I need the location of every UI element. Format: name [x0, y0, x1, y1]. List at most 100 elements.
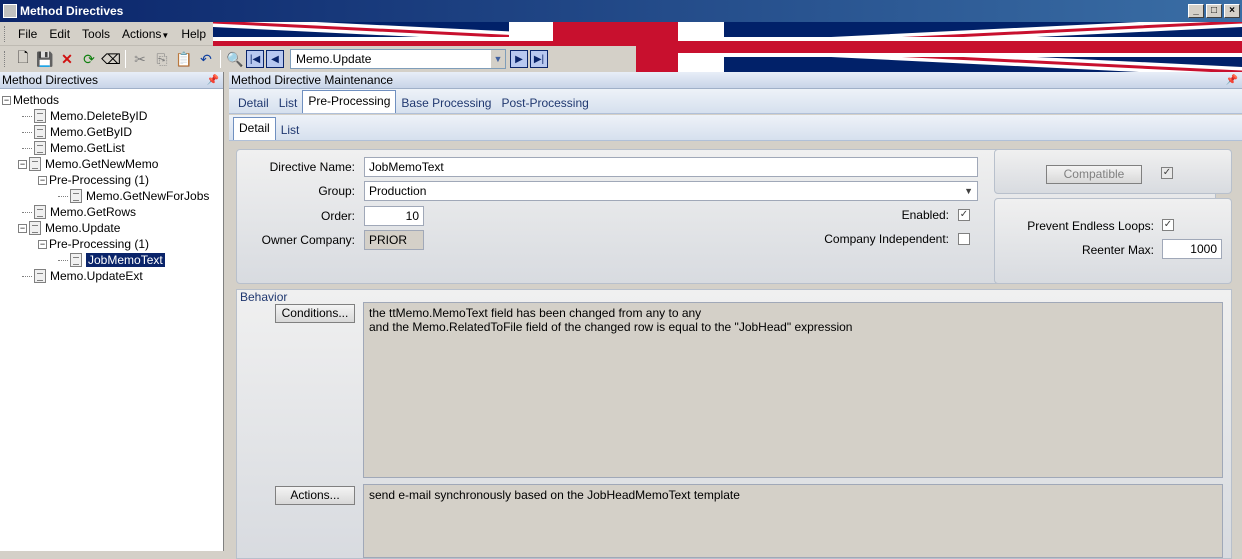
undo-icon[interactable]: ↶: [195, 48, 217, 70]
collapse-icon[interactable]: −: [18, 223, 27, 233]
window-title: Method Directives: [20, 4, 124, 18]
tree-node[interactable]: Memo.GetList: [0, 140, 223, 156]
eraser-icon[interactable]: ⌫: [100, 48, 122, 70]
tab-list[interactable]: List: [274, 93, 303, 113]
loop-settings-panel: Prevent Endless Loops: ✓ Reenter Max: 10…: [994, 198, 1232, 284]
last-record-icon[interactable]: ▶|: [530, 50, 548, 68]
document-icon: [70, 253, 82, 267]
group-select[interactable]: Production ▼: [364, 181, 978, 201]
previous-record-icon[interactable]: ◀: [266, 50, 284, 68]
tree-node[interactable]: Memo.GetRows: [0, 204, 223, 220]
document-icon: [34, 109, 46, 123]
tab-base-processing[interactable]: Base Processing: [396, 93, 496, 113]
group-label: Group:: [318, 184, 355, 198]
actions-button[interactable]: Actions...: [275, 486, 355, 505]
chevron-down-icon[interactable]: ▼: [491, 50, 505, 68]
tree-node[interactable]: Memo.UpdateExt: [0, 268, 223, 284]
collapse-icon[interactable]: −: [38, 239, 47, 249]
toolbar-grip: [4, 51, 7, 67]
menu-edit[interactable]: Edit: [43, 27, 76, 41]
tree-node[interactable]: Memo.GetByID: [0, 124, 223, 140]
toolbar-separator: [220, 50, 221, 68]
actions-memo[interactable]: send e-mail synchronously based on the J…: [363, 484, 1223, 558]
document-icon: [34, 141, 46, 155]
tree-node[interactable]: − Memo.Update: [0, 220, 223, 236]
tree-node[interactable]: − Memo.GetNewMemo: [0, 156, 223, 172]
collapse-icon[interactable]: −: [2, 95, 11, 105]
conditions-memo[interactable]: the ttMemo.MemoText field has been chang…: [363, 302, 1223, 478]
collapse-icon[interactable]: −: [18, 159, 27, 169]
menu-grip: [4, 25, 7, 42]
document-icon: [29, 157, 41, 171]
enabled-checkbox[interactable]: ✓: [958, 209, 970, 221]
tab-pre-processing[interactable]: Pre-Processing: [302, 90, 397, 113]
tree-node-label: JobMemoText: [86, 253, 165, 267]
tree-pane-header: Method Directives 📌: [0, 72, 223, 89]
document-icon: [70, 189, 82, 203]
tree-node[interactable]: Memo.DeleteByID: [0, 108, 223, 124]
save-icon[interactable]: 💾: [34, 48, 56, 70]
maximize-button[interactable]: □: [1206, 4, 1222, 18]
delete-icon[interactable]: ✕: [56, 48, 78, 70]
tree-node-label: Memo.UpdateExt: [50, 269, 143, 283]
menu-help[interactable]: Help: [175, 27, 212, 41]
prevent-endless-loops-checkbox[interactable]: ✓: [1162, 219, 1174, 231]
group-select-value: Production: [369, 184, 427, 198]
toolbar-separator: [125, 50, 126, 68]
cut-icon[interactable]: ✂: [129, 48, 151, 70]
refresh-icon[interactable]: ⟳: [78, 48, 100, 70]
actions-line: send e-mail synchronously based on the J…: [369, 488, 740, 502]
tree-node[interactable]: − Pre-Processing (1): [0, 172, 223, 188]
behavior-title: Behavior: [240, 290, 288, 304]
owner-company-field: PRIOR: [364, 230, 424, 250]
tree-line: [58, 195, 68, 197]
directive-name-input[interactable]: JobMemoText: [364, 157, 978, 177]
order-label: Order:: [320, 209, 355, 223]
maintenance-pane-header: Method Directive Maintenance 📌: [229, 72, 1242, 89]
menu-actions-label: Actions: [122, 26, 162, 41]
subtab-detail[interactable]: Detail: [233, 117, 276, 140]
method-combo[interactable]: Memo.Update ▼: [290, 49, 506, 69]
subtab-list[interactable]: List: [276, 120, 305, 140]
tree-line: [22, 275, 32, 277]
tree-node-methods[interactable]: − Methods: [0, 92, 223, 108]
tab-detail[interactable]: Detail: [233, 93, 274, 113]
minimize-button[interactable]: _: [1188, 4, 1204, 18]
document-icon: [34, 205, 46, 219]
pin-icon[interactable]: 📌: [1226, 75, 1238, 86]
tree-node-label: Memo.GetRows: [50, 205, 137, 219]
document-icon: [34, 125, 46, 139]
search-icon[interactable]: 🔍: [224, 48, 246, 70]
menu-actions[interactable]: Actions▼: [116, 27, 175, 41]
toolbar: 🗋 💾 ✕ ⟳ ⌫ ✂ ⎘ 📋 ↶ 🔍 |◀ ◀ Memo.Update ▼ ▶…: [0, 46, 636, 72]
tab-post-processing[interactable]: Post-Processing: [496, 93, 593, 113]
close-button[interactable]: ×: [1224, 4, 1240, 18]
document-icon: [29, 221, 41, 235]
tree-pane: Method Directives 📌 − Methods Memo.Delet…: [0, 72, 224, 551]
chevron-down-icon[interactable]: ▼: [964, 186, 973, 196]
reenter-max-input[interactable]: 1000: [1162, 239, 1222, 259]
compatible-button[interactable]: Compatible: [1046, 165, 1142, 184]
tree-line: [58, 259, 68, 261]
method-combo-value: Memo.Update: [296, 52, 372, 66]
conditions-button[interactable]: Conditions...: [275, 304, 355, 323]
tree-line: [22, 115, 32, 117]
tree-node-label: Memo.Update: [45, 221, 121, 235]
first-record-icon[interactable]: |◀: [246, 50, 264, 68]
paste-icon[interactable]: 📋: [173, 48, 195, 70]
tree-node-selected[interactable]: JobMemoText: [0, 252, 223, 268]
tree-node[interactable]: Memo.GetNewForJobs: [0, 188, 223, 204]
menu-file[interactable]: File: [12, 27, 43, 41]
tree-node[interactable]: − Pre-Processing (1): [0, 236, 223, 252]
next-record-icon[interactable]: ▶: [510, 50, 528, 68]
compatible-checkbox[interactable]: ✓: [1161, 167, 1173, 179]
new-icon[interactable]: 🗋: [12, 48, 34, 70]
order-input[interactable]: 10: [364, 206, 424, 226]
maintenance-pane: Method Directive Maintenance 📌 Detail Li…: [229, 72, 1242, 559]
menu-tools[interactable]: Tools: [76, 27, 116, 41]
company-independent-checkbox[interactable]: [958, 233, 970, 245]
pin-icon[interactable]: 📌: [207, 75, 219, 86]
collapse-icon[interactable]: −: [38, 175, 47, 185]
copy-icon[interactable]: ⎘: [151, 48, 173, 70]
menu-bar: File Edit Tools Actions▼ Help: [0, 22, 213, 46]
